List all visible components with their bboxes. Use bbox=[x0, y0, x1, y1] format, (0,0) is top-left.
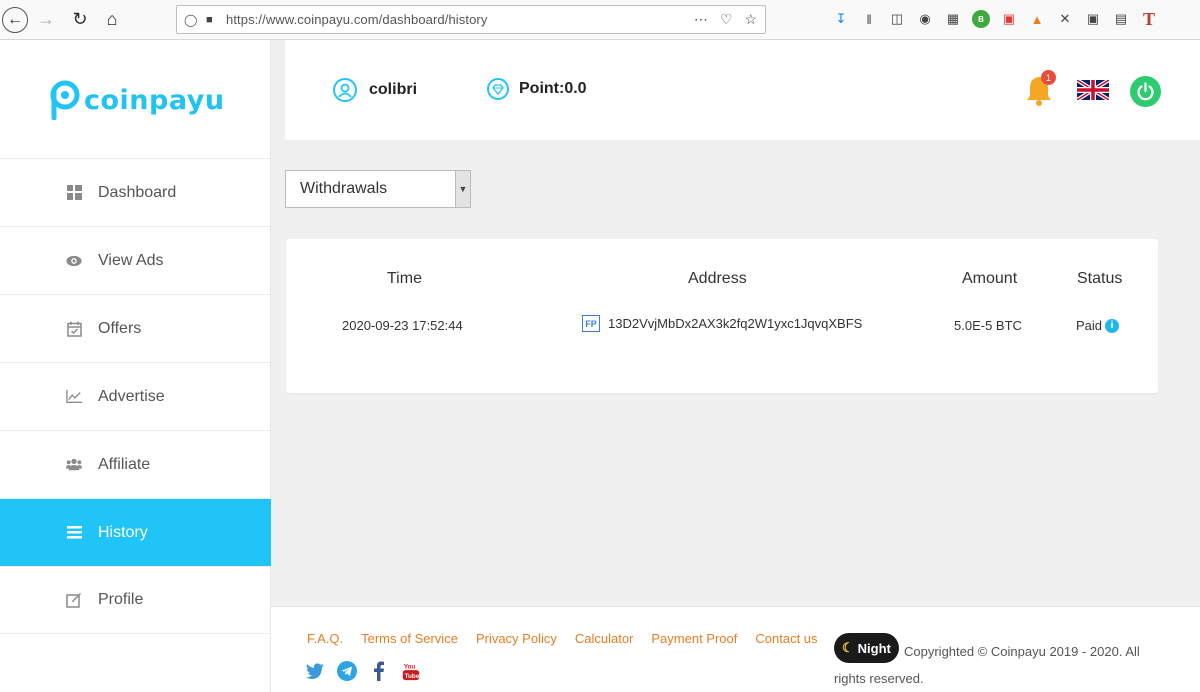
sidebar-item-label: Affiliate bbox=[98, 455, 151, 473]
logo-text: coinpayu bbox=[84, 84, 225, 116]
coinpayu-logo[interactable]: coinpayu bbox=[46, 80, 225, 120]
sidebar-item-profile[interactable]: Profile bbox=[0, 566, 271, 634]
home-button[interactable]: ⌂ bbox=[98, 6, 126, 34]
sidebar-menu: Dashboard View Ads Offers Advertise Affi… bbox=[0, 158, 271, 634]
power-icon bbox=[1137, 82, 1154, 101]
row-address[interactable]: FP 13D2VvjMbDx2AX3k2fq2W1yxc1JqvqXBFS bbox=[582, 315, 863, 333]
bookmark-star-icon[interactable]: ☆ bbox=[744, 11, 757, 28]
facebook-icon[interactable] bbox=[369, 661, 389, 681]
chevron-down-icon[interactable]: ▼ bbox=[455, 171, 470, 207]
pocket-icon[interactable]: ♡ bbox=[720, 11, 733, 28]
footer-link-terms[interactable]: Terms of Service bbox=[361, 631, 458, 646]
telegram-icon[interactable] bbox=[337, 661, 357, 681]
social-links: You Tube bbox=[305, 661, 421, 681]
edit-icon bbox=[66, 592, 82, 608]
row-address-text: 13D2VvjMbDx2AX3k2fq2W1yxc1JqvqXBFS bbox=[608, 316, 863, 332]
history-table: Time Address Amount Status 2020-09-23 17… bbox=[286, 239, 1158, 393]
sidebar-item-history[interactable]: History bbox=[0, 498, 271, 566]
column-header-status: Status bbox=[1077, 270, 1123, 287]
row-time: 2020-09-23 17:52:44 bbox=[342, 318, 463, 333]
account-icon[interactable]: ◉ bbox=[916, 10, 934, 28]
footer-link-payment-proof[interactable]: Payment Proof bbox=[651, 631, 737, 646]
twitter-icon[interactable] bbox=[305, 661, 325, 681]
metamask-icon[interactable]: ▲ bbox=[1028, 10, 1046, 28]
top-header: colibri Point:0.0 1 bbox=[285, 40, 1200, 140]
row-amount: 5.0E-5 BTC bbox=[954, 318, 1022, 333]
footer-link-privacy[interactable]: Privacy Policy bbox=[476, 631, 557, 646]
extension-b-icon[interactable]: B bbox=[972, 10, 990, 28]
screenshot-icon[interactable]: ▣ bbox=[1000, 10, 1018, 28]
sidebar-item-view-ads[interactable]: View Ads bbox=[0, 226, 271, 294]
page-actions-icon[interactable]: ⋯ bbox=[694, 11, 708, 28]
shield-icon: ◯ bbox=[184, 12, 198, 27]
diamond-icon bbox=[487, 78, 509, 100]
sidebar-item-affiliate[interactable]: Affiliate bbox=[0, 430, 271, 498]
username: colibri bbox=[369, 81, 418, 98]
sidebar-icon[interactable]: ◫ bbox=[888, 10, 906, 28]
svg-text:Tube: Tube bbox=[405, 673, 420, 680]
reload-button[interactable]: ↻ bbox=[66, 6, 94, 34]
points-value: Point:0.0 bbox=[519, 80, 587, 97]
sidebar-item-label: Offers bbox=[98, 319, 142, 337]
line-chart-icon bbox=[66, 389, 82, 405]
notification-badge: 1 bbox=[1041, 70, 1056, 85]
download-icon[interactable]: ↧ bbox=[832, 10, 850, 28]
address-bar[interactable]: ◯ ■ https://www.coinpayu.com/dashboard/h… bbox=[176, 5, 766, 34]
uk-flag-icon[interactable] bbox=[1077, 80, 1109, 100]
footer-links: F.A.Q. Terms of Service Privacy Policy C… bbox=[307, 631, 818, 646]
footer-link-calculator[interactable]: Calculator bbox=[575, 631, 634, 646]
sidebar-item-offers[interactable]: Offers bbox=[0, 294, 271, 362]
extension-t-icon[interactable]: T bbox=[1140, 9, 1158, 29]
coinpayu-logo-icon bbox=[50, 80, 80, 120]
library-icon[interactable]: ‖ bbox=[860, 10, 878, 28]
footer-link-contact[interactable]: Contact us bbox=[755, 631, 817, 646]
sidebar-item-dashboard[interactable]: Dashboard bbox=[0, 158, 271, 226]
sidebar-item-label: View Ads bbox=[98, 251, 164, 269]
url-text: https://www.coinpayu.com/dashboard/histo… bbox=[226, 12, 488, 27]
night-mode-label: Night bbox=[857, 640, 891, 656]
row-status: Paid i bbox=[1076, 317, 1120, 334]
sidebar-item-label: Dashboard bbox=[98, 183, 177, 201]
sidebar-item-advertise[interactable]: Advertise bbox=[0, 362, 271, 430]
x-extension-icon[interactable]: ✕ bbox=[1056, 10, 1074, 28]
back-button[interactable]: ← bbox=[2, 6, 28, 33]
column-header-amount: Amount bbox=[962, 270, 1018, 287]
dashboard-icon bbox=[66, 185, 82, 201]
status-badge: Paid bbox=[1076, 318, 1103, 334]
user-icon bbox=[333, 78, 357, 102]
svg-text:You: You bbox=[404, 663, 416, 670]
column-header-time: Time bbox=[387, 270, 422, 287]
logout-power-button[interactable] bbox=[1130, 76, 1161, 107]
night-mode-toggle[interactable]: ☾ Night bbox=[834, 633, 899, 663]
moon-icon: ☾ bbox=[842, 640, 854, 655]
calendar-check-icon bbox=[66, 321, 82, 337]
sidebar: coinpayu Dashboard View Ads Offers Adver… bbox=[0, 40, 271, 692]
sidebar-item-label: Advertise bbox=[98, 387, 165, 405]
users-icon bbox=[66, 457, 82, 473]
footer: F.A.Q. Terms of Service Privacy Policy C… bbox=[271, 606, 1200, 692]
info-icon[interactable]: i bbox=[1105, 318, 1120, 333]
sidebar-item-label: History bbox=[98, 523, 148, 541]
extension-s-icon[interactable]: ▣ bbox=[1084, 10, 1102, 28]
points-info: Point:0.0 bbox=[487, 78, 587, 100]
extension-grid-icon[interactable]: ▦ bbox=[944, 10, 962, 28]
sidebar-item-label: Profile bbox=[98, 591, 144, 608]
eye-icon bbox=[66, 253, 82, 269]
forward-button[interactable]: → bbox=[32, 6, 60, 34]
footer-link-faq[interactable]: F.A.Q. bbox=[307, 631, 343, 646]
faucetpay-badge-icon: FP bbox=[582, 315, 600, 333]
user-info[interactable]: colibri bbox=[333, 78, 417, 102]
extension-box-icon[interactable]: ▤ bbox=[1112, 10, 1130, 28]
browser-toolbar: ← → ↻ ⌂ ◯ ■ https://www.coinpayu.com/das… bbox=[0, 0, 1200, 40]
column-header-address: Address bbox=[688, 270, 747, 287]
youtube-icon[interactable]: You Tube bbox=[401, 661, 421, 681]
history-type-select[interactable]: Withdrawals ▼ bbox=[285, 170, 471, 208]
list-icon bbox=[66, 525, 82, 541]
history-type-value: Withdrawals bbox=[300, 180, 388, 197]
lock-icon: ■ bbox=[206, 13, 213, 26]
